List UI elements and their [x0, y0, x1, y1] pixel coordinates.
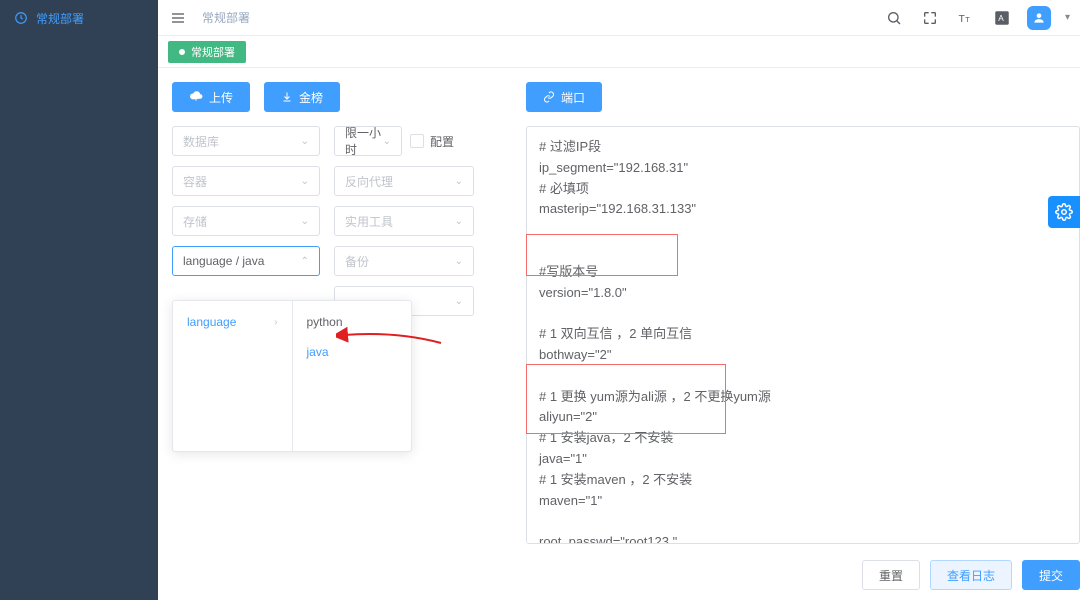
breadcrumb: 常规部署: [202, 9, 250, 26]
duration-select[interactable]: 限一小时⌄: [334, 126, 402, 156]
svg-text:T: T: [958, 12, 965, 24]
proxy-select[interactable]: 反向代理⌄: [334, 166, 474, 196]
cloud-upload-icon: [189, 90, 203, 104]
chevron-down-icon: ⌄: [383, 136, 391, 147]
jinbang-button[interactable]: 金榜: [264, 82, 340, 112]
container-select[interactable]: 容器⌄: [172, 166, 320, 196]
main-content: 上传 金榜 端口 数据库⌄ 容器⌄ 存储⌄ language / java⌃: [158, 68, 1080, 600]
sidebar-item-label: 常规部署: [36, 10, 84, 27]
hamburger-icon[interactable]: [168, 8, 188, 28]
tabs-row: 常规部署: [158, 36, 1080, 68]
storage-select[interactable]: 存储⌄: [172, 206, 320, 236]
chevron-down-icon: ⌄: [455, 216, 463, 227]
viewlog-button[interactable]: 查看日志: [930, 560, 1012, 590]
reset-button[interactable]: 重置: [862, 560, 920, 590]
language-select[interactable]: language / java⌃: [172, 246, 320, 276]
tab-active-dot: [179, 49, 185, 55]
cascader-dropdown: language› python java: [172, 300, 412, 452]
cascader-col-1: language›: [173, 301, 293, 451]
chevron-up-icon: ⌃: [301, 256, 309, 267]
tab-label: 常规部署: [191, 44, 235, 60]
config-checkbox[interactable]: 配置: [410, 133, 454, 150]
chevron-down-icon: ⌄: [455, 256, 463, 267]
form-footer: 重置 查看日志 提交: [526, 560, 1080, 590]
config-editor-wrap: [526, 126, 1080, 544]
sidebar-item-deploy[interactable]: 常规部署: [0, 0, 158, 36]
chevron-down-icon: ⌄: [455, 296, 463, 307]
toolbar: 上传 金榜 端口: [172, 82, 1066, 112]
svg-text:A: A: [998, 14, 1004, 23]
upload-button[interactable]: 上传: [172, 82, 250, 112]
topbar: 常规部署 TT A ▾: [158, 0, 1080, 36]
gear-icon: [1055, 203, 1073, 221]
avatar[interactable]: [1027, 6, 1051, 30]
fullscreen-icon[interactable]: [919, 7, 941, 29]
cascader-col-2: python java: [293, 301, 412, 451]
chevron-right-icon: ›: [274, 317, 277, 328]
backup-select[interactable]: 备份⌄: [334, 246, 474, 276]
link-icon: [543, 91, 555, 103]
chevron-down-icon: ⌄: [301, 216, 309, 227]
cascader-item-language[interactable]: language›: [173, 307, 292, 337]
svg-text:T: T: [965, 14, 970, 23]
topbar-actions: TT A ▾: [883, 6, 1070, 30]
download-icon: [281, 91, 293, 103]
submit-button[interactable]: 提交: [1022, 560, 1080, 590]
sidebar: 常规部署: [0, 0, 158, 600]
tab-deploy[interactable]: 常规部署: [168, 41, 246, 63]
config-textarea[interactable]: [526, 126, 1080, 544]
dashboard-icon: [14, 11, 28, 25]
cascader-item-python[interactable]: python: [293, 307, 412, 337]
chevron-down-icon: ⌄: [455, 176, 463, 187]
filter-panel: 数据库⌄ 容器⌄ 存储⌄ language / java⌃ 限一小时⌄ 配置 反…: [172, 126, 512, 316]
util-select[interactable]: 实用工具⌄: [334, 206, 474, 236]
translate-icon[interactable]: A: [991, 7, 1013, 29]
text-size-icon[interactable]: TT: [955, 7, 977, 29]
chevron-down-icon[interactable]: ▾: [1065, 12, 1070, 23]
port-button[interactable]: 端口: [526, 82, 602, 112]
search-icon[interactable]: [883, 7, 905, 29]
database-select[interactable]: 数据库⌄: [172, 126, 320, 156]
cascader-item-java[interactable]: java: [293, 337, 412, 367]
chevron-down-icon: ⌄: [301, 176, 309, 187]
chevron-down-icon: ⌄: [301, 136, 309, 147]
settings-fab[interactable]: [1048, 196, 1080, 228]
